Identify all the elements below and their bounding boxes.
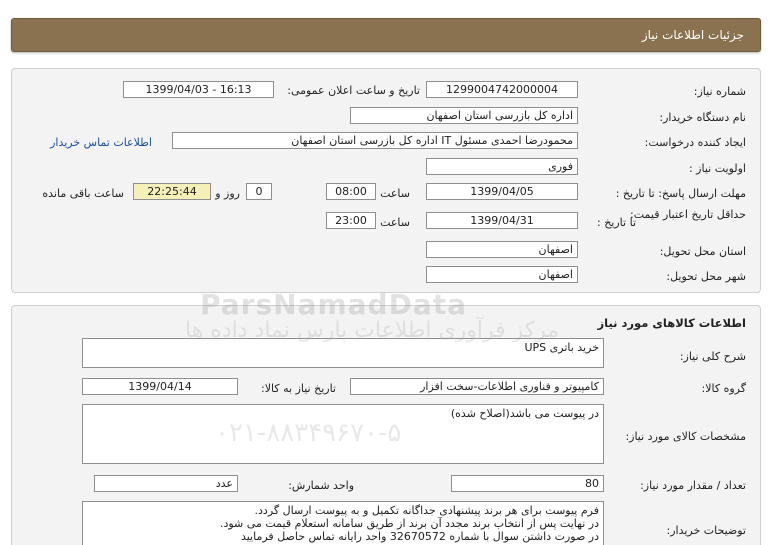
province-field[interactable]: اصفهان <box>426 241 578 258</box>
announce-field[interactable]: 1399/04/03 - 16:13 <box>123 81 274 98</box>
city-label: شهر محل تحویل: <box>666 270 746 283</box>
creator-label: ایجاد کننده درخواست: <box>644 136 746 149</box>
summary-label: شرح کلی نیاز: <box>679 350 746 363</box>
reply-time-label: ساعت <box>380 187 410 200</box>
creator-field[interactable]: محمودرضا احمدی مسئول IT اداره کل بازرسی … <box>172 132 578 149</box>
buyer-desc-field[interactable]: فرم پیوست برای هر برند پیشنهادی جداگانه … <box>82 501 604 545</box>
priority-label: اولویت نیاز : <box>688 162 746 175</box>
page-title: جزئیات اطلاعات نیاز <box>641 28 744 42</box>
reply-date-field[interactable]: 1399/04/05 <box>426 183 578 200</box>
page-header: جزئیات اطلاعات نیاز <box>11 18 761 52</box>
group-field[interactable]: کامپیوتر و فناوری اطلاعات-سخت افزار <box>350 378 604 395</box>
specs-field[interactable]: در پیوست می باشد(اصلاح شده) <box>82 404 604 464</box>
remaining-label: ساعت باقی مانده <box>42 187 124 200</box>
need-details-panel: شماره نیاز: 1299004742000004 تاریخ و ساع… <box>11 68 761 293</box>
buyer-desc-line: در نهایت پس از انتخاب برند مجدد آن برند … <box>219 517 599 530</box>
buyer-org-label: نام دستگاه خریدار: <box>659 111 746 124</box>
remaining-time-field: 22:25:44 <box>133 183 211 200</box>
unit-field[interactable]: عدد <box>94 475 238 492</box>
validity-time-label: ساعت <box>380 216 410 229</box>
announce-label: تاریخ و ساعت اعلان عمومی: <box>287 84 420 97</box>
unit-label: واحد شمارش: <box>288 479 354 492</box>
need-date-label: تاریخ نیاز به کالا: <box>261 382 336 395</box>
goods-section-title: اطلاعات کالاهای مورد نیاز <box>597 316 746 330</box>
specs-label: مشخصات کالای مورد نیاز: <box>625 430 746 443</box>
city-field[interactable]: اصفهان <box>426 266 578 283</box>
goods-panel: اطلاعات کالاهای مورد نیاز شرح کلی نیاز: … <box>11 305 761 545</box>
priority-field[interactable]: فوری <box>426 158 578 175</box>
reply-time-field[interactable]: 08:00 <box>326 183 376 200</box>
need-number-field[interactable]: 1299004742000004 <box>426 81 578 98</box>
buyer-org-field[interactable]: اداره کل بازرسی استان اصفهان <box>350 107 578 124</box>
group-label: گروه کالا: <box>701 382 746 395</box>
province-label: استان محل تحویل: <box>659 245 746 258</box>
reply-deadline-label: مهلت ارسال پاسخ: تا تاریخ : <box>615 187 746 200</box>
validity-time-field[interactable]: 23:00 <box>326 212 376 229</box>
qty-field[interactable]: 80 <box>451 475 604 492</box>
qty-label: تعداد / مقدار مورد نیاز: <box>640 479 746 492</box>
days-label: روز و <box>215 187 240 200</box>
buyer-contact-link[interactable]: اطلاعات تماس خریدار <box>50 136 152 149</box>
need-date-field[interactable]: 1399/04/14 <box>82 378 238 395</box>
validity-label: حداقل تاریخ اعتبار قیمت: <box>630 208 746 221</box>
days-remaining-field: 0 <box>246 183 272 200</box>
buyer-desc-line: در صورت داشتن سوال با شماره 32670572 واح… <box>240 530 599 543</box>
validity-until-label: تا تاریخ : <box>597 216 636 229</box>
need-number-label: شماره نیاز: <box>693 85 746 98</box>
validity-date-field[interactable]: 1399/04/31 <box>426 212 578 229</box>
summary-field[interactable]: خرید باتری UPS <box>82 338 604 368</box>
buyer-desc-line: فرم پیوست برای هر برند پیشنهادی جداگانه … <box>254 504 599 517</box>
buyer-desc-label: توضیحات خریدار: <box>666 524 747 537</box>
